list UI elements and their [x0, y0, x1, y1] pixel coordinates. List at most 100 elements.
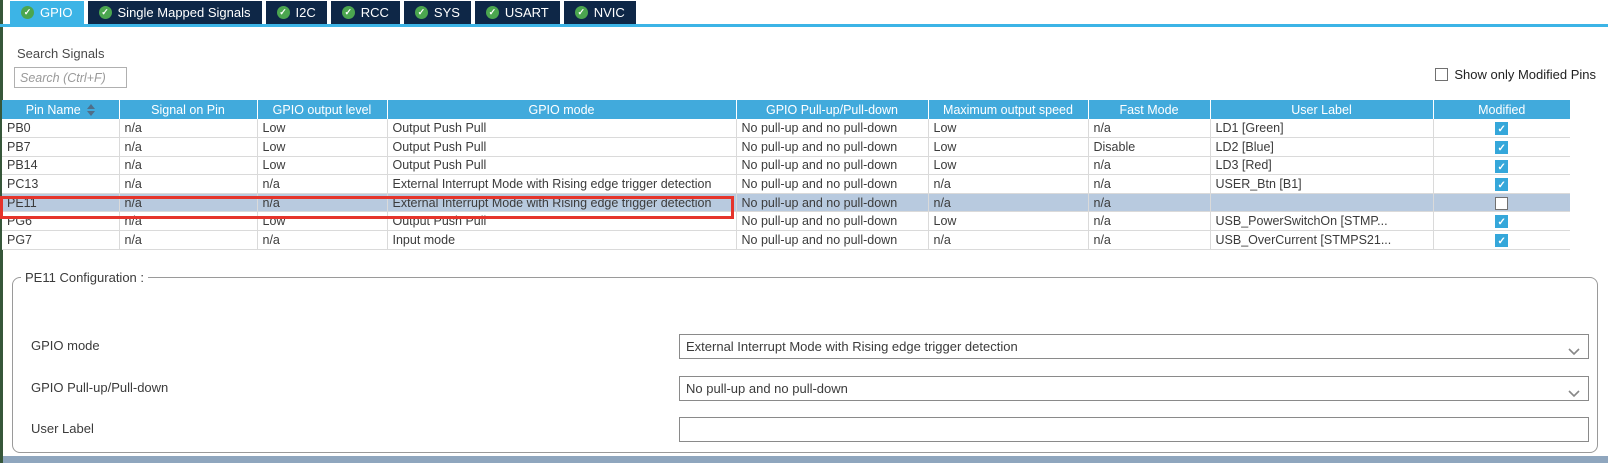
- search-input[interactable]: [14, 67, 127, 88]
- cell-signal: n/a: [119, 193, 257, 212]
- gpio-configuration-panel: ✓GPIO✓Single Mapped Signals✓I2C✓RCC✓SYS✓…: [0, 0, 1608, 463]
- pin-configuration-fieldset: PE11 Configuration : GPIO mode External I…: [12, 270, 1598, 453]
- modified-checkbox[interactable]: [1495, 197, 1508, 210]
- table-row-pc13[interactable]: PC13n/an/aExternal Interrupt Mode with R…: [2, 175, 1570, 194]
- selected-value: External Interrupt Mode with Rising edge…: [686, 339, 1018, 354]
- cell-fast: n/a: [1088, 231, 1210, 250]
- cell-pull: No pull-up and no pull-down: [736, 119, 928, 138]
- tab-nvic[interactable]: ✓NVIC: [564, 1, 636, 24]
- cell-modified: ✓: [1433, 212, 1570, 231]
- column-header-label: GPIO output level: [273, 103, 372, 117]
- table-row-pe11[interactable]: PE11n/an/aExternal Interrupt Mode with R…: [2, 193, 1570, 212]
- column-header-gpio-mode: GPIO mode: [387, 100, 736, 119]
- cell-fast: n/a: [1088, 193, 1210, 212]
- chevron-down-icon: [1568, 344, 1580, 352]
- modified-checkbox[interactable]: ✓: [1495, 215, 1508, 228]
- column-header-modified: Modified: [1433, 100, 1570, 119]
- modified-checkbox[interactable]: ✓: [1495, 122, 1508, 135]
- column-header-signal-on-pin: Signal on Pin: [119, 100, 257, 119]
- tab-gpio[interactable]: ✓GPIO: [10, 1, 84, 24]
- cell-speed: n/a: [928, 175, 1088, 194]
- show-only-modified-filter[interactable]: Show only Modified Pins: [1435, 67, 1596, 82]
- cell-pull: No pull-up and no pull-down: [736, 212, 928, 231]
- configuration-legend: PE11 Configuration :: [21, 270, 148, 285]
- tab-usart[interactable]: ✓ USART: [475, 1, 560, 24]
- table-row-pb7[interactable]: PB7n/aLowOutput Push PullNo pull-up and …: [2, 138, 1570, 157]
- table-row-pb14[interactable]: PB14n/aLowOutput Push PullNo pull-up and…: [2, 156, 1570, 175]
- gpio-mode-control: External Interrupt Mode with Rising edge…: [679, 334, 1589, 359]
- table-row-pb0[interactable]: PB0n/aLowOutput Push PullNo pull-up and …: [2, 119, 1570, 138]
- tab-i2c[interactable]: ✓I2C: [266, 1, 327, 24]
- cell-fast: n/a: [1088, 175, 1210, 194]
- user-label-input[interactable]: [679, 417, 1589, 442]
- cell-fast: n/a: [1088, 212, 1210, 231]
- gpio-mode-label: GPIO mode: [31, 338, 100, 353]
- cell-pull: No pull-up and no pull-down: [736, 156, 928, 175]
- tab-rcc[interactable]: ✓ RCC: [331, 1, 400, 24]
- show-only-modified-checkbox[interactable]: [1435, 68, 1448, 81]
- tab-label: SYS: [434, 5, 460, 20]
- cell-pull: No pull-up and no pull-down: [736, 193, 928, 212]
- table-header-row: Pin Name Signal on Pin GPIO output level GP…: [2, 100, 1570, 119]
- show-only-modified-label: Show only Modified Pins: [1454, 67, 1596, 82]
- column-header-label: Modified: [1478, 103, 1525, 117]
- check-circle-icon: ✓: [99, 6, 112, 19]
- cell-mode: Output Push Pull: [387, 119, 736, 138]
- column-header-user-label: User Label: [1210, 100, 1433, 119]
- column-header-gpio-pull-up-pull-down: GPIO Pull-up/Pull-down: [736, 100, 928, 119]
- cell-pin: PB0: [2, 119, 119, 138]
- cell-mode: Input mode: [387, 231, 736, 250]
- cell-fast: n/a: [1088, 119, 1210, 138]
- gpio-pull-up-pull-down-label: GPIO Pull-up/Pull-down: [31, 380, 168, 395]
- bottom-pane-edge: [3, 456, 1608, 463]
- cell-pin: PC13: [2, 175, 119, 194]
- check-circle-icon: ✓: [415, 6, 428, 19]
- tab-label: Single Mapped Signals: [118, 5, 251, 20]
- chevron-down-icon: [1568, 386, 1580, 394]
- cell-modified: ✓: [1433, 175, 1570, 194]
- cell-pin: PB7: [2, 138, 119, 157]
- cell-label: LD3 [Red]: [1210, 156, 1433, 175]
- cell-level: Low: [257, 119, 387, 138]
- selected-value: No pull-up and no pull-down: [686, 381, 848, 396]
- column-header-fast-mode: Fast Mode: [1088, 100, 1210, 119]
- cell-level: n/a: [257, 193, 387, 212]
- cell-level: n/a: [257, 175, 387, 194]
- sort-icon[interactable]: [87, 104, 95, 116]
- gpio-pull-up-pull-down-select[interactable]: No pull-up and no pull-down: [679, 376, 1589, 401]
- cell-signal: n/a: [119, 156, 257, 175]
- modified-checkbox[interactable]: ✓: [1495, 160, 1508, 173]
- check-circle-icon: ✓: [486, 6, 499, 19]
- modified-checkbox[interactable]: ✓: [1495, 178, 1508, 191]
- cell-modified: ✓: [1433, 231, 1570, 250]
- tab-label: I2C: [296, 5, 316, 20]
- modified-checkbox[interactable]: ✓: [1495, 141, 1508, 154]
- table-row-pg7[interactable]: PG7n/an/aInput modeNo pull-up and no pul…: [2, 231, 1570, 250]
- cell-speed: Low: [928, 212, 1088, 231]
- cell-modified: [1433, 193, 1570, 212]
- tab-sys[interactable]: ✓ SYS: [404, 1, 471, 24]
- tab-bar: ✓GPIO✓Single Mapped Signals✓I2C✓RCC✓SYS✓…: [10, 1, 636, 24]
- modified-checkbox[interactable]: ✓: [1495, 234, 1508, 247]
- cell-pin: PG6: [2, 212, 119, 231]
- cell-speed: n/a: [928, 231, 1088, 250]
- tab-single-mapped-signals[interactable]: ✓ Single Mapped Signals: [88, 1, 262, 24]
- cell-label: USER_Btn [B1]: [1210, 175, 1433, 194]
- column-header-label: Pin Name: [26, 103, 81, 117]
- cell-signal: n/a: [119, 175, 257, 194]
- check-circle-icon: ✓: [342, 6, 355, 19]
- cell-pull: No pull-up and no pull-down: [736, 175, 928, 194]
- column-header-label: Signal on Pin: [151, 103, 225, 117]
- cell-level: n/a: [257, 231, 387, 250]
- cell-pin: PE11: [2, 193, 119, 212]
- cell-speed: Low: [928, 119, 1088, 138]
- column-header-pin-name[interactable]: Pin Name: [2, 100, 119, 119]
- column-header-label: Fast Mode: [1119, 103, 1178, 117]
- gpio-mode-select[interactable]: External Interrupt Mode with Rising edge…: [679, 334, 1589, 359]
- table-row-pg6[interactable]: PG6n/aLowOutput Push PullNo pull-up and …: [2, 212, 1570, 231]
- cell-label: USB_PowerSwitchOn [STMP...: [1210, 212, 1433, 231]
- tab-label: USART: [505, 5, 549, 20]
- cell-label: [1210, 193, 1433, 212]
- cell-speed: Low: [928, 156, 1088, 175]
- tab-label: RCC: [361, 5, 389, 20]
